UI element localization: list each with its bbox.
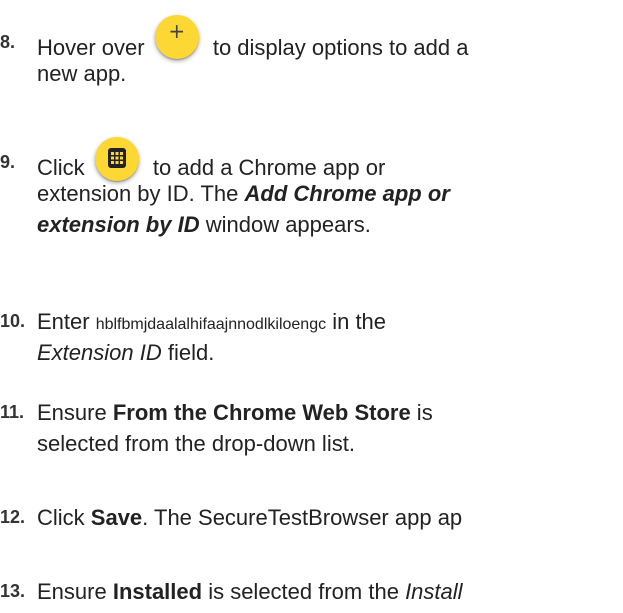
option-name-text: Installed (112, 579, 203, 604)
step-text-segment: Hover over (37, 34, 145, 60)
dialog-name-text: extension by ID (37, 212, 200, 237)
step-text-segment: Ensure (37, 579, 113, 604)
step-number: 10. (0, 311, 26, 331)
step-text-segment: Ensure (37, 400, 113, 425)
button-name-text: Save (90, 505, 143, 530)
step-text: Click Save. The SecureTestBrowser app ap (37, 502, 623, 533)
step-text: Ensure From the Chrome Web Store is sele… (37, 397, 623, 459)
step-text-segment: . The SecureTestBrowser app ap (142, 505, 463, 530)
step-line: Enter hblfbmjdaalalhifaajnnodlkiloengc i… (37, 306, 623, 337)
dialog-name-text: Add Chrome app or (244, 181, 450, 206)
step-text-segment: to display options to add a (212, 34, 469, 60)
step-number: 12. (0, 507, 26, 527)
step-number: 11. (0, 402, 25, 422)
step-text: Click to add a Chrome app or extension b… (37, 137, 623, 240)
step-line: selected from the drop-down list. (37, 431, 355, 456)
step-text-segment: is (410, 400, 433, 425)
step-line: Extension ID field. (37, 337, 623, 368)
step-text-segment: extension by ID. The (37, 181, 245, 206)
step-text: Hover over + to display options to add a… (37, 15, 623, 89)
step-text-segment: to add a Chrome app or (152, 154, 386, 180)
option-name-text: From the Chrome Web Store (112, 400, 411, 425)
field-name-text: Install (405, 579, 463, 604)
step-text: Enter hblfbmjdaalalhifaajnnodlkiloengc i… (37, 306, 623, 368)
step-text-segment: window appears. (199, 212, 371, 237)
step-line: new app. (37, 61, 127, 86)
step-line: extension by ID. The Add Chrome app or (37, 178, 623, 209)
step-text: Ensure Installed is selected from the In… (37, 576, 623, 607)
field-name-text: Extension ID (37, 340, 162, 365)
step-text-segment: field. (161, 340, 215, 365)
step-line: Ensure Installed is selected from the In… (37, 576, 623, 607)
add-app-button[interactable]: + (154, 15, 199, 59)
step-line: Click Save. The SecureTestBrowser app ap (37, 502, 623, 533)
step-number: 8. (0, 32, 16, 52)
app-grid-icon (107, 148, 126, 168)
step-text-segment: Click (37, 505, 91, 530)
step-line: Click to add a Chrome app or (37, 137, 623, 181)
step-text-segment: is selected from the (202, 579, 406, 604)
plus-icon: + (168, 19, 186, 43)
step-line: extension by ID window appears. (37, 209, 623, 240)
step-text-segment: Click (37, 154, 85, 180)
add-by-id-button[interactable] (94, 137, 139, 181)
step-line: Hover over + to display options to add a (37, 15, 623, 60)
step-number: 13. (0, 581, 26, 601)
step-number: 9. (0, 152, 16, 172)
step-text-segment: Enter (37, 309, 96, 334)
extension-id-value: hblfbmjdaalalhifaajnnodlkiloengc (95, 316, 327, 333)
step-line: Ensure From the Chrome Web Store is (37, 397, 623, 428)
step-text-segment: in the (326, 309, 387, 334)
